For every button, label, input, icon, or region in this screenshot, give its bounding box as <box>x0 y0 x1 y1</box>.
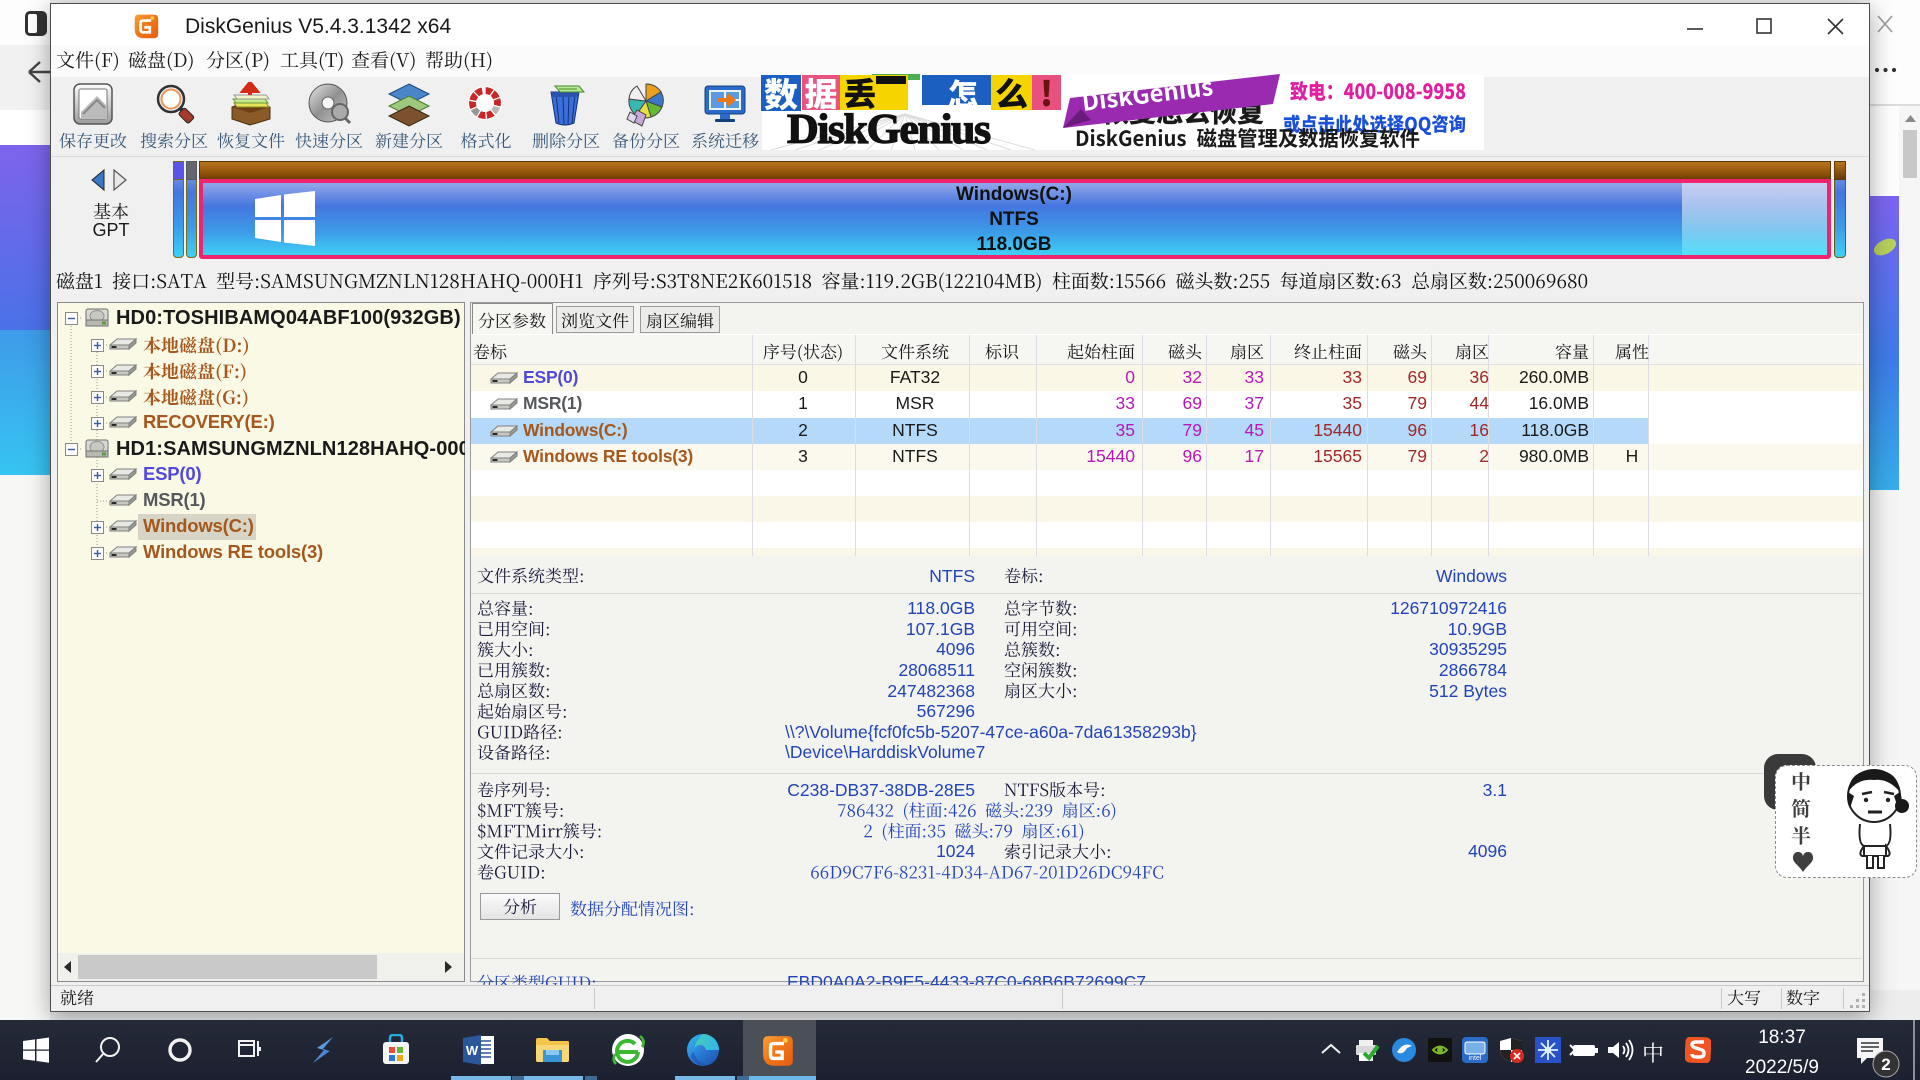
svg-text:2: 2 <box>1881 1055 1890 1074</box>
svg-text:intel: intel <box>1469 1055 1482 1062</box>
svg-text:W: W <box>466 1043 479 1058</box>
